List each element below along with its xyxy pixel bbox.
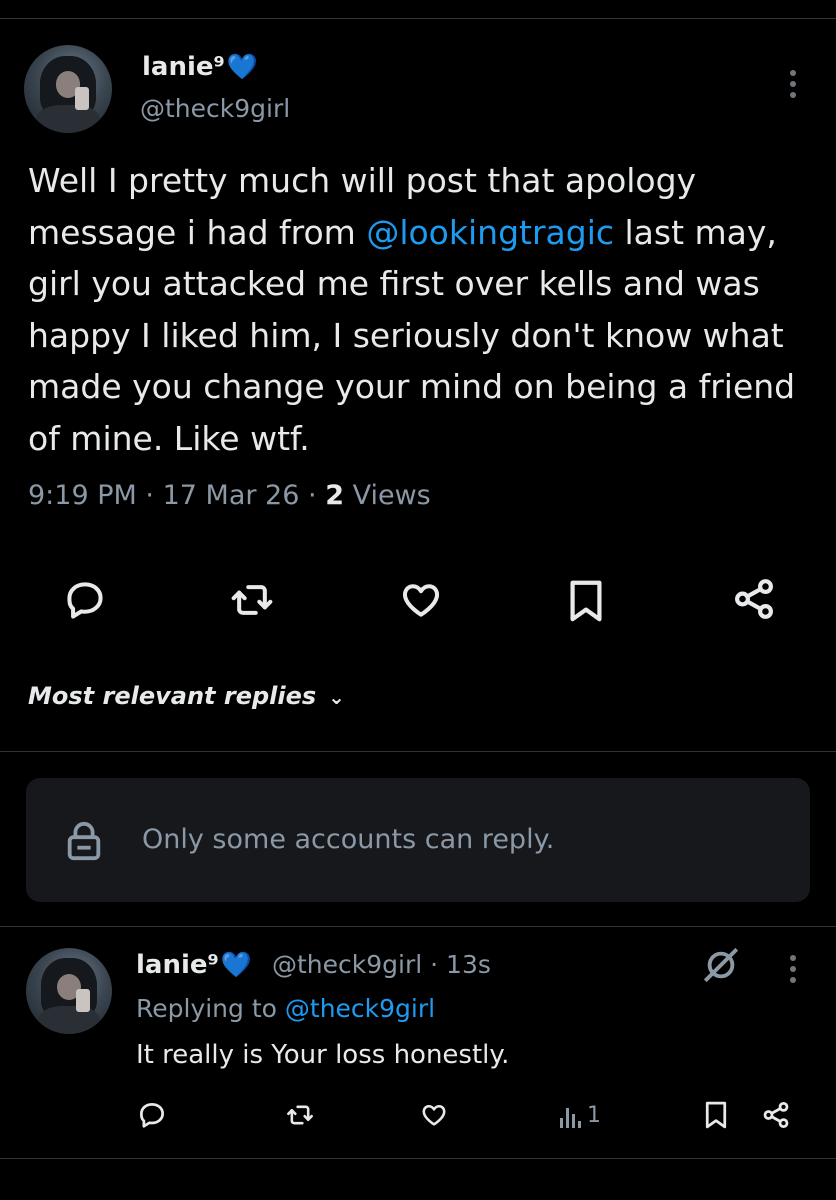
views-count: 2 [325, 480, 344, 511]
reply-author-name[interactable]: lanie⁹💙 [136, 950, 252, 980]
bookmark-icon[interactable] [566, 578, 606, 624]
replying-to: Replying to @theck9girl [136, 994, 435, 1023]
repost-icon[interactable] [285, 1101, 315, 1129]
reply-author-name-text: lanie⁹ [136, 950, 219, 980]
share-icon[interactable] [761, 1100, 791, 1130]
chevron-down-icon: ⌄ [328, 685, 345, 709]
top-divider [0, 18, 836, 19]
avatar[interactable] [24, 45, 112, 133]
views-label: Views [352, 480, 431, 511]
author-handle[interactable]: @theck9girl [140, 94, 290, 123]
blue-heart-icon: 💙 [220, 950, 253, 979]
grok-icon[interactable] [700, 944, 742, 990]
section-divider [0, 926, 836, 927]
more-options-icon[interactable] [790, 955, 798, 988]
restriction-text: Only some accounts can reply. [142, 824, 555, 855]
separator: · [308, 480, 317, 511]
mention-link[interactable]: @lookingtragic [366, 213, 614, 252]
tweet-text: Well I pretty much will post that apolog… [28, 155, 818, 464]
bookmark-icon[interactable] [703, 1100, 729, 1130]
replying-prefix: Replying to [136, 994, 285, 1023]
separator: · [145, 480, 154, 511]
lock-icon [64, 820, 104, 866]
replies-sort-label: Most relevant replies [28, 682, 317, 710]
views-icon [560, 1108, 581, 1128]
more-options-icon[interactable] [790, 70, 798, 103]
reply-icon[interactable] [62, 578, 108, 622]
reply-restriction-notice: Only some accounts can reply. [26, 778, 810, 902]
share-icon[interactable] [730, 576, 778, 622]
tweet-time[interactable]: 9:19 PM [28, 480, 137, 511]
heart-icon[interactable] [419, 1101, 449, 1129]
reply-icon[interactable] [137, 1100, 167, 1130]
reply-text: It really is Your loss honestly. [136, 1040, 510, 1070]
tweet-date[interactable]: 17 Mar 26 [163, 480, 300, 511]
heart-icon[interactable] [397, 578, 445, 622]
views-count: 1 [587, 1103, 601, 1128]
reply-handle-time[interactable]: @theck9girl · 13s [272, 950, 491, 979]
views-stat[interactable]: 1 [560, 1103, 601, 1128]
replies-sort-dropdown[interactable]: Most relevant replies ⌄ [28, 682, 345, 710]
section-divider [0, 1158, 836, 1159]
reply-avatar[interactable] [26, 948, 112, 1034]
tweet-meta: 9:19 PM · 17 Mar 26 · 2 Views [28, 480, 431, 511]
section-divider [0, 751, 836, 752]
replying-handle-link[interactable]: @theck9girl [285, 994, 435, 1023]
author-name-text: lanie⁹ [142, 52, 225, 82]
blue-heart-icon: 💙 [226, 52, 259, 81]
author-name[interactable]: lanie⁹💙 [142, 52, 258, 82]
repost-icon[interactable] [228, 578, 276, 622]
